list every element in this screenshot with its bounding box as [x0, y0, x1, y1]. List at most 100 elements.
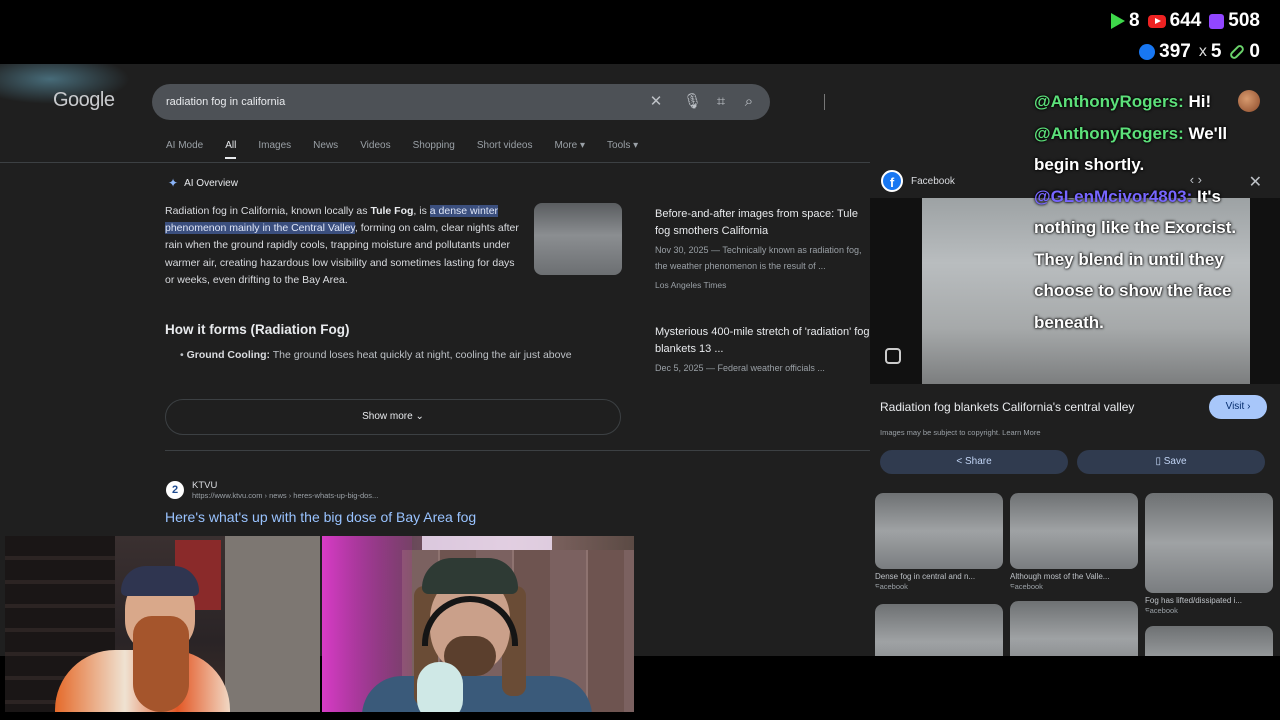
panel-source-name: Facebook: [911, 175, 955, 187]
tab-ai-mode[interactable]: AI Mode: [166, 140, 203, 151]
stream-topbar: 8 644 508 397 x5 0: [0, 0, 1280, 64]
google-logo[interactable]: Google: [53, 89, 115, 112]
facebook-logo-icon: f: [881, 170, 903, 192]
lens-icon[interactable]: ⌗: [712, 93, 730, 111]
site-url: https://www.ktvu.com › news › heres-what…: [192, 491, 379, 500]
stat-twitch: 508: [1209, 10, 1260, 32]
tab-short-videos[interactable]: Short videos: [477, 140, 533, 151]
stat-x-value: 5: [1210, 41, 1222, 62]
thumb-caption: Dense fog in central and n...: [875, 572, 976, 581]
panel-source[interactable]: f Facebook: [881, 170, 955, 192]
chat-avatar: [1238, 90, 1260, 112]
thumb-image: [875, 604, 1003, 656]
share-button[interactable]: < Share: [880, 450, 1068, 474]
bullet-text: The ground loses heat quickly at night, …: [270, 349, 572, 361]
chat-message: @GLenMcivor4803: It's nothing like the E…: [1034, 181, 1270, 339]
related-thumb[interactable]: Fog has lifted/dissipated i... Facebook: [1145, 493, 1273, 615]
side-result-snippet: Nov 30, 2025 — Technically known as radi…: [655, 245, 862, 271]
bullet-label: Ground Cooling:: [186, 349, 270, 361]
mic-icon[interactable]: 🎙: [683, 93, 702, 111]
webcam-left: [5, 536, 320, 712]
site-name: KTVU: [192, 480, 218, 491]
save-button[interactable]: ▯ Save: [1077, 450, 1265, 474]
facebook-icon: [1139, 44, 1156, 60]
aio-text-1: Radiation fog in California, known local…: [165, 205, 371, 217]
result-site[interactable]: 2 KTVU https://www.ktvu.com › news › her…: [166, 480, 378, 500]
thumb-source: Facebook: [1010, 582, 1043, 591]
sparkle-icon: ✦: [168, 176, 179, 190]
thumb-image: [1145, 493, 1273, 593]
stat-play: 8: [1111, 10, 1140, 32]
share-icon: <: [956, 456, 963, 467]
lens-search-icon[interactable]: [885, 348, 901, 364]
tab-shopping[interactable]: Shopping: [413, 140, 455, 151]
share-label: Share: [964, 456, 992, 467]
chat-text: It's nothing like the Exorcist. They ble…: [1034, 186, 1237, 332]
related-thumb[interactable]: [1010, 601, 1138, 656]
chat-username: @GLenMcivor4803:: [1034, 186, 1193, 206]
ai-overview-text: Radiation fog in California, known local…: [165, 203, 525, 289]
side-result-title[interactable]: Mysterious 400-mile stretch of 'radiatio…: [655, 324, 870, 358]
microphone: [417, 662, 463, 712]
visit-button[interactable]: Visit ›: [1209, 395, 1267, 419]
side-result-title[interactable]: Before-and-after images from space: Tule…: [655, 206, 870, 240]
search-input[interactable]: [166, 93, 626, 111]
stat-youtube-value: 644: [1169, 10, 1202, 31]
stream-chat-overlay: @AnthonyRogers: Hi! @AnthonyRogers: We'l…: [1034, 86, 1270, 338]
side-result-card[interactable]: Before-and-after images from space: Tule…: [655, 206, 870, 290]
search-tabs: AI Mode All Images News Videos Shopping …: [166, 140, 660, 159]
related-thumb[interactable]: Although most of the Valle... Facebook: [1010, 493, 1138, 591]
bookmark-icon: ▯: [1155, 456, 1161, 467]
stat-twitch-value: 508: [1228, 10, 1260, 31]
related-thumb[interactable]: [875, 604, 1003, 656]
thumb-image: [1010, 493, 1138, 569]
tab-images[interactable]: Images: [258, 140, 291, 151]
streamer-left: [55, 554, 230, 712]
result-title-link[interactable]: Here's what's up with the big dose of Ba…: [165, 509, 476, 525]
youtube-icon: [1147, 14, 1166, 28]
ai-overview-header: ✦ AI Overview: [168, 176, 238, 190]
beard: [133, 616, 189, 712]
side-result-card[interactable]: Mysterious 400-mile stretch of 'radiatio…: [655, 324, 870, 376]
chat-message: @AnthonyRogers: We'll begin shortly.: [1034, 118, 1270, 181]
stat-play-value: 8: [1129, 10, 1140, 31]
tab-videos[interactable]: Videos: [360, 140, 390, 151]
thumb-caption: Although most of the Valle...: [1010, 572, 1110, 581]
chat-message: @AnthonyRogers: Hi!: [1034, 86, 1270, 118]
side-result-source: Los Angeles Times: [655, 280, 727, 290]
aio-text-2: , is: [413, 205, 430, 217]
fade-overlay: [160, 364, 640, 384]
ai-overview-title: AI Overview: [184, 177, 238, 189]
related-thumb[interactable]: Dense fog in central and n... Facebook: [875, 493, 1003, 591]
show-more-label: Show more: [362, 411, 413, 422]
shirt: [362, 676, 592, 712]
stat-link: 0: [1228, 41, 1260, 63]
webcam-right: [322, 536, 634, 712]
related-thumb[interactable]: [1145, 626, 1273, 656]
door: [225, 536, 320, 712]
search-box[interactable]: ✕ 🎙 ⌗ ⌕: [152, 84, 825, 120]
thumb-source: Facebook: [875, 582, 908, 591]
thumb-image: [1145, 626, 1273, 656]
preview-title[interactable]: Radiation fog blankets California's cent…: [880, 400, 1134, 414]
tab-all[interactable]: All: [225, 140, 237, 159]
tab-news[interactable]: News: [313, 140, 338, 151]
tab-tools[interactable]: Tools ▾: [607, 140, 638, 151]
stat-link-value: 0: [1249, 41, 1260, 62]
x-icon: x: [1198, 43, 1207, 60]
search-icon[interactable]: ⌕: [740, 93, 758, 111]
thumb-source: Facebook: [1145, 606, 1178, 615]
thumb-image: [875, 493, 1003, 569]
results-divider: [165, 450, 870, 451]
link-icon: [1228, 43, 1246, 61]
clear-icon[interactable]: ✕: [647, 93, 665, 111]
bullet-item: • Ground Cooling: The ground loses heat …: [180, 349, 572, 361]
aio-text-bold: Tule Fog: [370, 205, 414, 217]
tab-more[interactable]: More ▾: [554, 140, 585, 151]
stream-stats: 8 644 508 397 x5 0: [1111, 8, 1260, 70]
stats-row-2: 397 x5 0: [1111, 39, 1260, 65]
side-result-snippet: Dec 5, 2025 — Federal weather officials …: [655, 363, 825, 373]
tabs-divider: [0, 162, 870, 163]
show-more-button[interactable]: Show more ⌄: [165, 399, 621, 435]
ai-overview-image[interactable]: [534, 203, 622, 275]
